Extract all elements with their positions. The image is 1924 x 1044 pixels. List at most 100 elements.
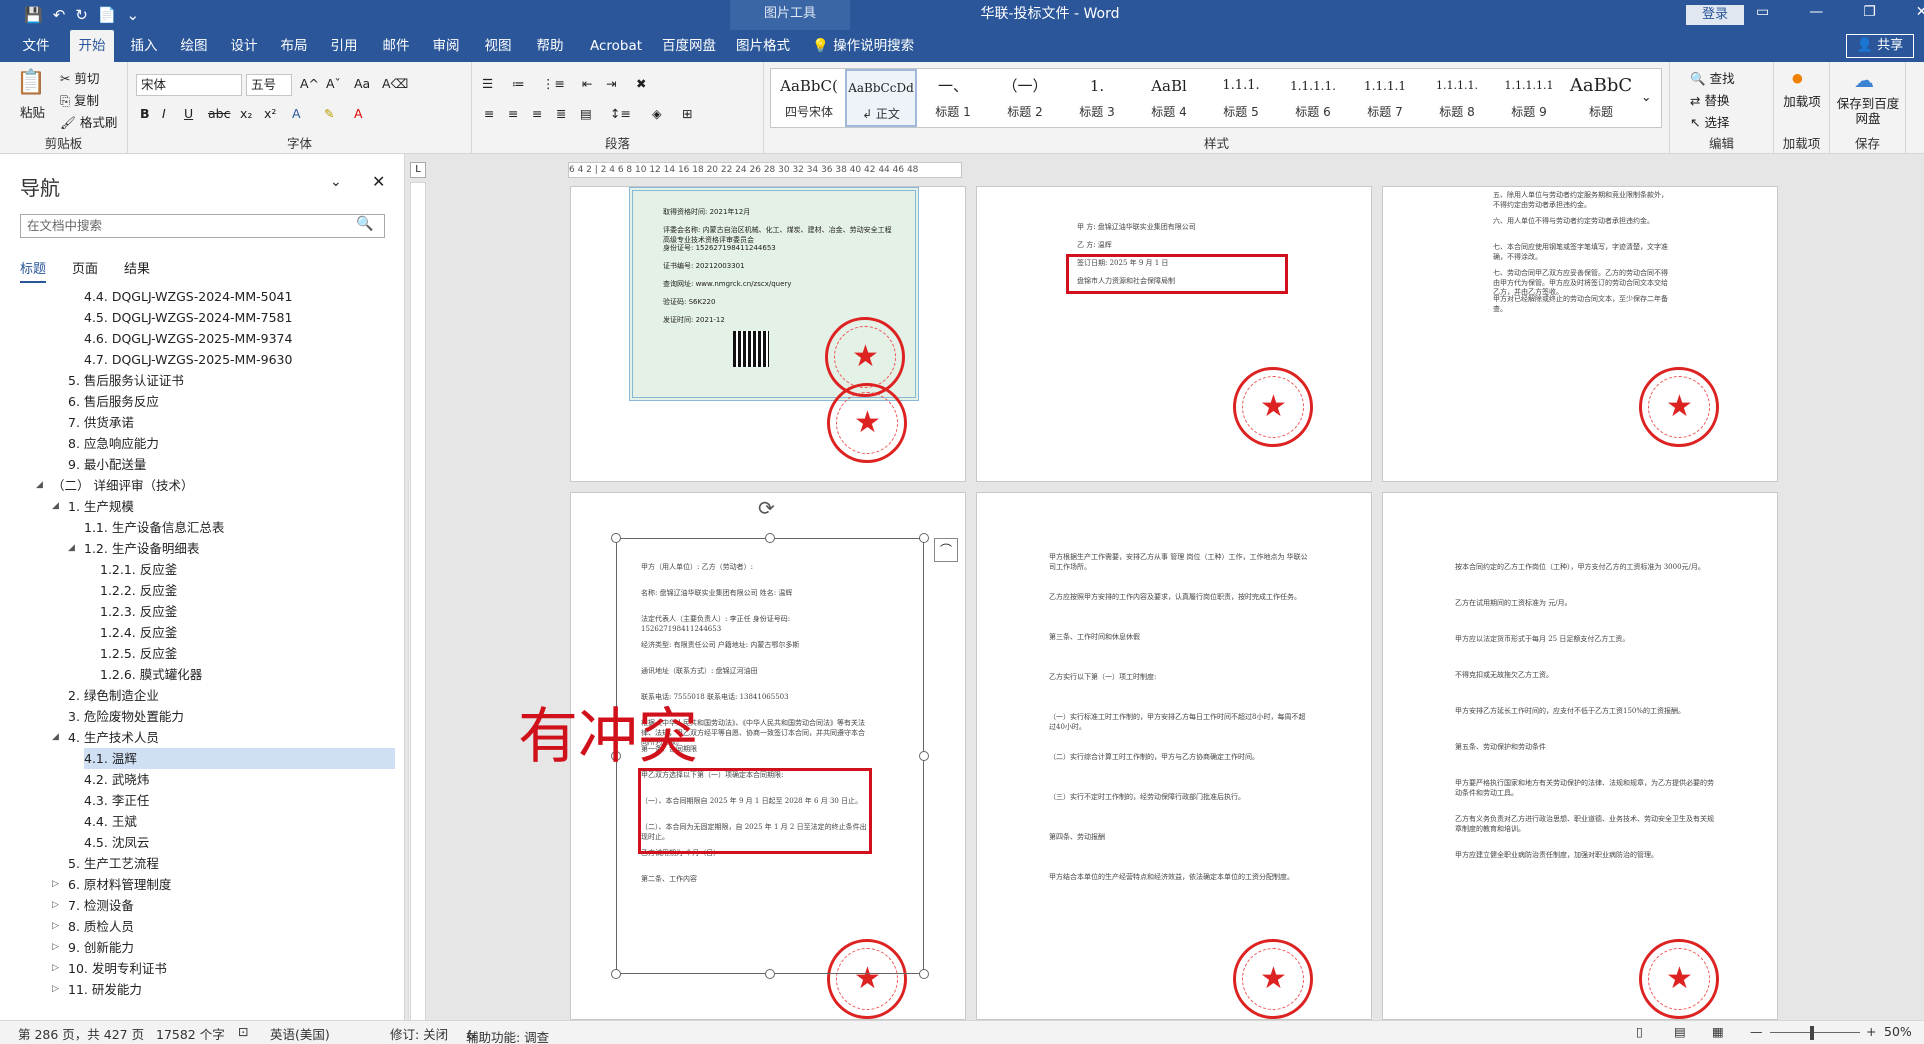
borders-icon[interactable]: ⊞ xyxy=(682,106,692,121)
grow-font-icon[interactable]: A^ xyxy=(300,76,319,91)
web-layout-icon[interactable]: ▦ xyxy=(1712,1024,1724,1039)
multilevel-list-icon[interactable]: ⋮≡ xyxy=(542,76,565,91)
resize-handle[interactable] xyxy=(765,533,775,543)
expand-toggle-icon[interactable]: ▷ xyxy=(52,874,59,895)
nav-heading-item[interactable]: 4.4. 王斌 xyxy=(84,811,395,832)
resize-handle[interactable] xyxy=(919,969,929,979)
page-contract-cover[interactable]: 甲 方: 盘锦辽油华联实业集团有限公司乙 方: 温辉 签订日期: 2025 年 9… xyxy=(976,186,1372,482)
nav-heading-item[interactable]: 1.2.2. 反应釜 xyxy=(100,580,395,601)
nav-heading-item[interactable]: ◢ 4. 生产技术人员 xyxy=(52,727,395,748)
tab-selector[interactable]: L xyxy=(410,162,426,178)
nav-heading-item[interactable]: 4.6. DQGLJ-WZGS-2025-MM-9374 xyxy=(84,328,395,349)
resize-handle[interactable] xyxy=(919,751,929,761)
format-painter-button[interactable]: 🖌 格式刷 xyxy=(60,112,117,131)
ribbon-display-icon[interactable]: ▭ xyxy=(1756,4,1769,20)
tab-acrobat[interactable]: Acrobat xyxy=(584,30,648,62)
nav-heading-item[interactable]: 8. 应急响应能力 xyxy=(68,433,395,454)
nav-heading-item[interactable]: 4.4. DQGLJ-WZGS-2024-MM-5041 xyxy=(84,286,395,307)
nav-heading-item[interactable]: ▷ 9. 创新能力 xyxy=(52,937,395,958)
nav-heading-item[interactable]: ▷ 6. 原材料管理制度 xyxy=(52,874,395,895)
share-button[interactable]: 👤 共享 xyxy=(1846,34,1914,58)
bold-icon[interactable]: B xyxy=(140,106,150,121)
nav-heading-item[interactable]: 1.2.5. 反应釜 xyxy=(100,643,395,664)
text-effects-icon[interactable]: A xyxy=(292,106,301,121)
nav-tab-headings[interactable]: 标题 xyxy=(20,258,47,283)
read-mode-icon[interactable]: ▯ xyxy=(1636,1024,1643,1039)
expand-toggle-icon[interactable]: ▷ xyxy=(52,979,59,1000)
shading-icon[interactable]: ◈ xyxy=(652,106,662,121)
page-contract-notes[interactable]: 五、除用人单位与劳动者约定服务期和竞业限制条款外，不得约定由劳动者承担违约金。六… xyxy=(1382,186,1778,482)
tab-file[interactable]: 文件 xyxy=(16,30,56,62)
redo-icon[interactable]: ↻ xyxy=(75,5,88,25)
cloud-icon[interactable]: ☁ xyxy=(1854,68,1874,92)
superscript-icon[interactable]: x² xyxy=(264,106,276,121)
style-item[interactable]: AaBbC(四号宋体 xyxy=(773,69,845,127)
zoom-slider-thumb[interactable] xyxy=(1810,1026,1814,1040)
decrease-indent-icon[interactable]: ⇤ xyxy=(582,76,592,91)
paste-icon[interactable]: 📋 xyxy=(16,68,46,96)
print-layout-icon[interactable]: ▤ xyxy=(1674,1024,1686,1039)
zoom-out-icon[interactable]: — xyxy=(1750,1024,1763,1039)
align-right-icon[interactable]: ≡ xyxy=(532,106,542,121)
find-button[interactable]: 🔍 查找 xyxy=(1690,68,1735,87)
nav-heading-item[interactable]: 1.2.4. 反应釜 xyxy=(100,622,395,643)
expand-toggle-icon[interactable]: ◢ xyxy=(52,496,59,517)
expand-toggle-icon[interactable]: ◢ xyxy=(52,727,59,748)
resize-handle[interactable] xyxy=(765,969,775,979)
page-contract-terms[interactable]: 甲方根据生产工作需要，安排乙方从事 管理 岗位（工种）工作，工作地点为 华联公司… xyxy=(976,492,1372,1020)
nav-heading-item[interactable]: 4.7. DQGLJ-WZGS-2025-MM-9630 xyxy=(84,349,395,370)
tab-draw[interactable]: 绘图 xyxy=(174,30,214,62)
tell-me-search[interactable]: 💡 操作说明搜索 xyxy=(812,30,932,62)
save-to-netdisk-button[interactable]: 保存到百度网盘 xyxy=(1834,96,1902,126)
nav-heading-item[interactable]: 5. 生产工艺流程 xyxy=(68,853,395,874)
nav-heading-item[interactable]: ◢ 1. 生产规模 xyxy=(52,496,395,517)
nav-heading-item[interactable]: ◢ （二） 详细评审（技术） xyxy=(36,475,395,496)
style-item[interactable]: 1.1.1.1 标题 7 xyxy=(1349,69,1421,127)
tab-home[interactable]: 开始 xyxy=(70,30,114,62)
nav-close-icon[interactable]: ✕ xyxy=(372,172,385,191)
nav-heading-item[interactable]: 9. 最小配送量 xyxy=(68,454,395,475)
layout-options-icon[interactable]: ⌒ xyxy=(934,538,958,562)
styles-more-icon[interactable]: ⌄ xyxy=(1641,89,1651,104)
style-item[interactable]: 1. 标题 3 xyxy=(1061,69,1133,127)
nav-heading-item[interactable]: 1.2.3. 反应釜 xyxy=(100,601,395,622)
nav-search-input[interactable]: 在文档中搜索 xyxy=(20,214,385,238)
nav-heading-item[interactable]: 6. 售后服务反应 xyxy=(68,391,395,412)
proofing-icon[interactable]: ⊡ xyxy=(238,1024,248,1039)
tab-mailings[interactable]: 邮件 xyxy=(376,30,416,62)
addins-button[interactable]: 加载项 xyxy=(1778,94,1826,109)
nav-heading-item[interactable]: ▷ 7. 检测设备 xyxy=(52,895,395,916)
nav-heading-item[interactable]: 1.2.6. 膜式罐化器 xyxy=(100,664,395,685)
style-item[interactable]: 1.1.1. 标题 5 xyxy=(1205,69,1277,127)
horizontal-ruler[interactable]: 6 4 2 | 2 4 6 8 10 12 14 16 18 20 22 24 … xyxy=(568,162,962,178)
increase-indent-icon[interactable]: ⇥ xyxy=(606,76,616,91)
style-item[interactable]: （一） 标题 2 xyxy=(989,69,1061,127)
save-icon[interactable]: 💾 xyxy=(24,5,43,25)
addin-icon[interactable]: ● xyxy=(1792,70,1803,85)
expand-toggle-icon[interactable]: ▷ xyxy=(52,916,59,937)
zoom-slider[interactable] xyxy=(1770,1032,1860,1033)
italic-icon[interactable]: I xyxy=(162,106,166,121)
page-count[interactable]: 第 286 页，共 427 页 xyxy=(18,1024,144,1043)
nav-heading-item[interactable]: 4.2. 武晓炜 xyxy=(84,769,395,790)
style-item[interactable]: 一、 标题 1 xyxy=(917,69,989,127)
document-icon[interactable]: 📄 xyxy=(98,5,117,25)
expand-toggle-icon[interactable]: ◢ xyxy=(36,475,43,496)
nav-heading-item[interactable]: ▷ 11. 研发能力 xyxy=(52,979,395,1000)
nav-heading-item[interactable]: 7. 供货承诺 xyxy=(68,412,395,433)
subscript-icon[interactable]: x₂ xyxy=(240,106,252,121)
font-size-select[interactable]: 五号 xyxy=(246,74,292,96)
track-changes-status[interactable]: 修订: 关闭 xyxy=(390,1024,448,1043)
tab-help[interactable]: 帮助 xyxy=(528,30,572,62)
expand-toggle-icon[interactable]: ▷ xyxy=(52,958,59,979)
font-name-select[interactable]: 宋体 xyxy=(136,74,242,96)
tab-insert[interactable]: 插入 xyxy=(124,30,164,62)
style-item[interactable]: 1.1.1.1.1 标题 9 xyxy=(1493,69,1565,127)
word-count[interactable]: 17582 个字 xyxy=(156,1024,225,1043)
tab-baidu-netdisk[interactable]: 百度网盘 xyxy=(658,30,720,62)
nav-heading-item[interactable]: 4.1. 温辉 xyxy=(84,748,395,769)
customize-qat-icon[interactable]: ⌄ xyxy=(127,5,140,25)
search-icon[interactable]: 🔍 xyxy=(356,216,373,232)
tab-design[interactable]: 设计 xyxy=(224,30,264,62)
login-button[interactable]: 登录 xyxy=(1686,5,1744,25)
